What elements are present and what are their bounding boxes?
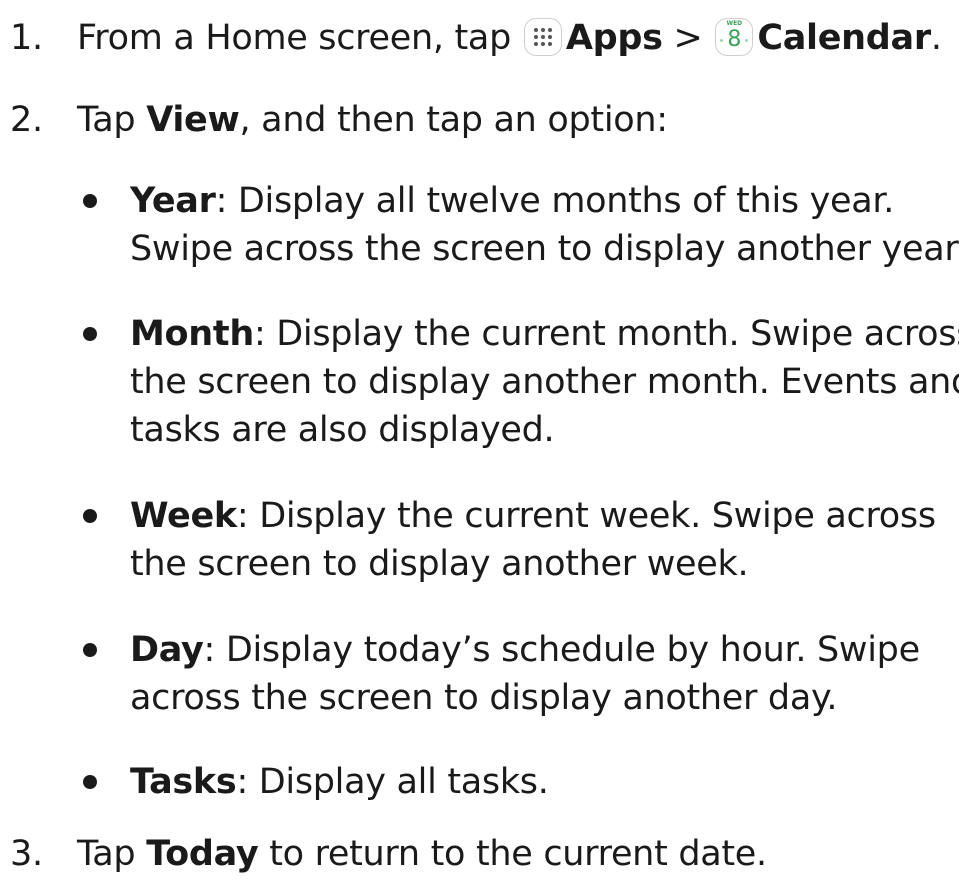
apps-icon: [523, 18, 562, 56]
option-text: Tasks: Display all tasks.: [130, 758, 959, 806]
option-description: the screen to display another month. Eve…: [130, 362, 959, 402]
option-text: Month: Display the current month. Swipe …: [130, 310, 959, 454]
step-text: From a Home screen, tap Apps > WED 8 Calen…: [77, 14, 942, 62]
view-label: View: [146, 100, 240, 140]
option-description: : Display today’s schedule by hour. Swip…: [203, 630, 921, 670]
chevron-separator: >: [673, 18, 703, 58]
step-3-rest: to return to the current date.: [258, 834, 767, 874]
step-number: 2.: [10, 100, 43, 140]
bullet-dot: [83, 775, 97, 789]
option-label: Year: [130, 181, 216, 221]
bullet-dot: [83, 643, 97, 657]
step-number: 1.: [10, 18, 43, 58]
step-1-intro: From a Home screen, tap: [77, 18, 511, 58]
option-description: : Display all tasks.: [236, 762, 549, 802]
option-label: Month: [130, 314, 254, 354]
option-description: : Display all twelve months of this year…: [215, 181, 895, 221]
step-text: Tap Today to return to the current date.: [77, 830, 767, 878]
step-1-end: .: [930, 18, 942, 58]
option-description: : Display the current week. Swipe across: [236, 496, 936, 536]
bullet-dot: [83, 509, 97, 523]
instructions-document: 1. From a Home screen, tap Apps > WED 8 Ca…: [0, 0, 959, 884]
today-label: Today: [146, 834, 259, 874]
apps-label: Apps: [565, 18, 663, 58]
option-text: Day: Display today’s schedule by hour. S…: [130, 626, 959, 722]
step-2-intro: Tap: [77, 100, 147, 140]
option-description: : Display the current month. Swipe acros…: [253, 314, 959, 354]
step-number: 3.: [10, 834, 43, 874]
option-description: Swipe across the screen to display anoth…: [130, 229, 959, 269]
step-text: Tap View, and then tap an option:: [77, 96, 668, 144]
option-label: Week: [130, 496, 237, 536]
step-3-intro: Tap: [77, 834, 147, 874]
step-2-rest: , and then tap an option:: [239, 100, 669, 140]
calendar-label: Calendar: [757, 18, 931, 58]
option-text: Year: Display all twelve months of this …: [130, 177, 959, 273]
option-text: Week: Display the current week. Swipe ac…: [130, 492, 959, 588]
option-description: the screen to display another week.: [130, 544, 749, 584]
bullet-dot: [83, 327, 97, 341]
option-description: tasks are also displayed.: [130, 410, 555, 450]
option-description: across the screen to display another day…: [130, 678, 838, 718]
option-label: Day: [130, 630, 204, 670]
option-label: Tasks: [130, 762, 237, 802]
bullet-dot: [83, 194, 97, 208]
calendar-icon: WED 8: [715, 18, 754, 56]
